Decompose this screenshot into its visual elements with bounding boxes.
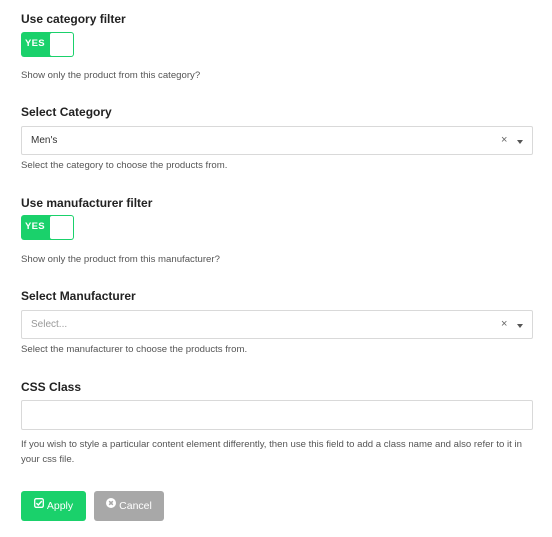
toggle-knob [50,33,73,56]
clear-icon[interactable]: × [501,318,507,330]
category-filter-toggle[interactable]: YES [21,32,74,57]
apply-button[interactable]: Apply [21,491,86,521]
select-category-help: Select the category to choose the produc… [21,160,228,171]
category-filter-help: Show only the product from this category… [21,70,201,81]
select-category-label: Select Category [21,105,112,119]
category-select[interactable]: Men's × [21,126,533,155]
select-manufacturer-help: Select the manufacturer to choose the pr… [21,344,248,355]
times-circle-icon [106,490,117,520]
caret-down-icon[interactable] [517,140,523,144]
apply-button-label: Apply [46,500,74,513]
cancel-button-label: Cancel [119,500,152,513]
manufacturer-filter-help: Show only the product from this manufact… [21,254,220,265]
manufacturer-filter-toggle-text: YES [25,221,45,232]
category-select-value: Men's [31,135,58,146]
toggle-knob [50,216,73,239]
caret-down-icon[interactable] [517,324,523,328]
manufacturer-select[interactable]: Select... × [21,310,533,339]
check-square-icon [33,490,44,520]
css-class-help: If you wish to style a particular conten… [21,439,522,465]
cancel-button[interactable]: Cancel [94,491,164,521]
select-manufacturer-label: Select Manufacturer [21,289,136,303]
css-class-input[interactable] [21,400,533,430]
manufacturer-filter-toggle[interactable]: YES [21,215,74,240]
clear-icon[interactable]: × [501,134,507,146]
manufacturer-filter-label: Use manufacturer filter [21,196,153,210]
css-class-label: CSS Class [21,380,82,394]
category-filter-label: Use category filter [21,12,126,26]
category-filter-toggle-text: YES [25,38,45,49]
manufacturer-select-placeholder: Select... [31,319,68,330]
